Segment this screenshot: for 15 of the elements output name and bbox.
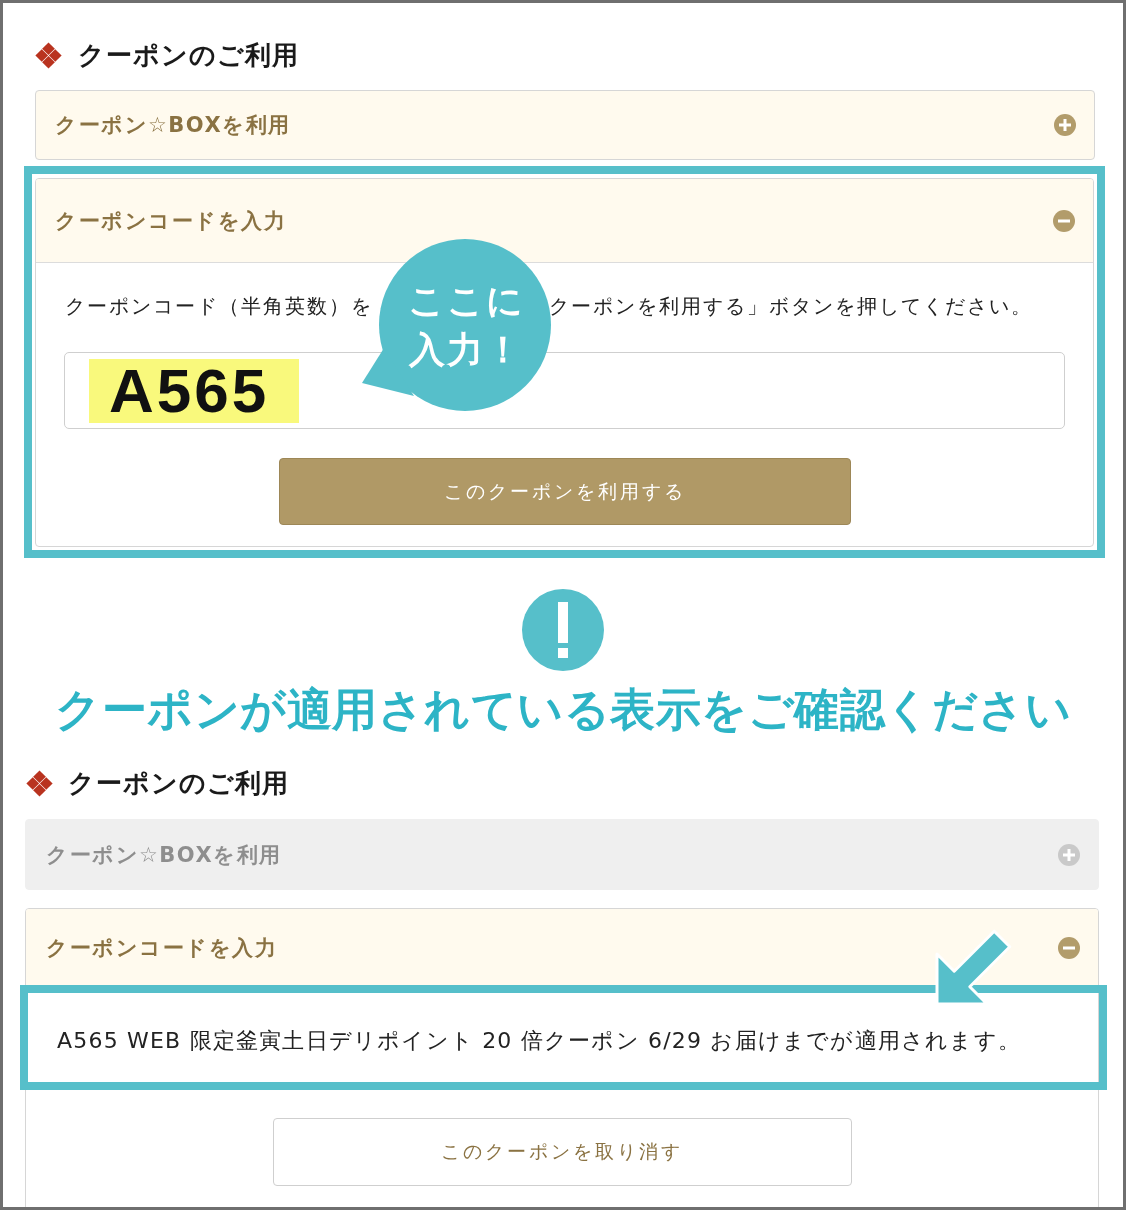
code-value: A565	[89, 358, 300, 423]
notice-headline: クーポンが適用されている表示をご確認ください	[55, 683, 1071, 736]
apply-coupon-button[interactable]: このクーポンを利用する	[278, 458, 851, 525]
diamond-icon	[35, 41, 62, 69]
instruction-text: クーポンを利用する」ボタンを押してください。	[549, 293, 1033, 320]
accordion-header[interactable]: クーポンコードを入力	[26, 909, 1098, 988]
section-heading: クーポンのご利用	[68, 768, 289, 798]
section-heading: クーポンのご利用	[78, 40, 299, 70]
cancel-coupon-button[interactable]: このクーポンを取り消す	[272, 1118, 852, 1186]
instruction-text: クーポンコード（半角英数）を	[65, 293, 373, 320]
exclamation-icon	[522, 589, 604, 671]
accordion-header[interactable]: クーポンコードを入力	[36, 179, 1093, 263]
applied-message: A565 WEB 限定釜寅土日デリポイント 20 倍クーポン 6/29 お届けまでが適用されます。	[57, 1027, 1022, 1055]
diamond-icon	[26, 769, 53, 797]
accordion-header[interactable]: クーポン☆BOXを利用	[35, 90, 1095, 160]
